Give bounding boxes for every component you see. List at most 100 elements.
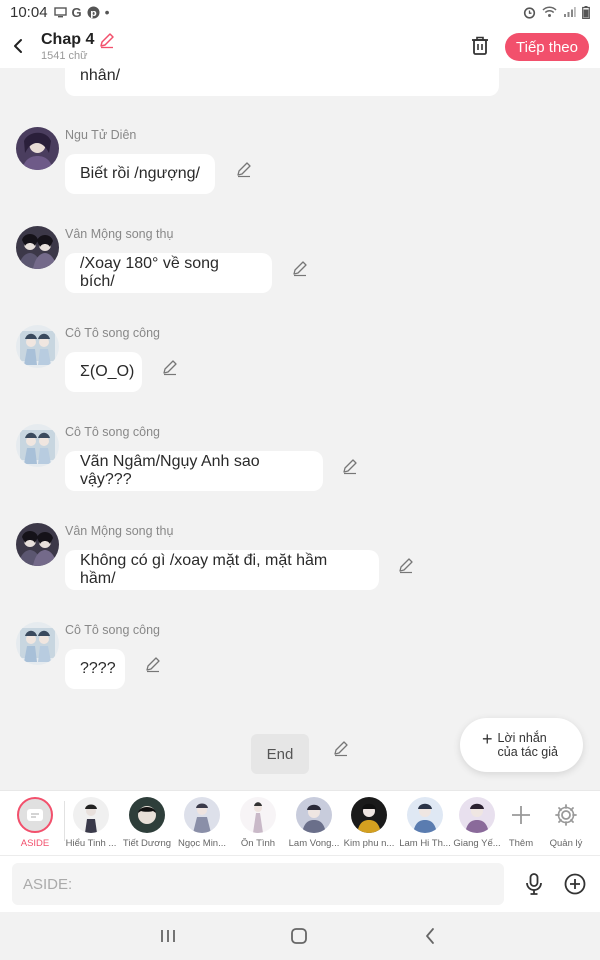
- pinterest-icon: p: [87, 6, 100, 19]
- home-icon: [291, 928, 307, 944]
- message-bubble[interactable]: nhân/: [65, 68, 499, 96]
- sender-name: Cô Tô song công: [65, 326, 160, 340]
- character-aside[interactable]: ASIDE: [10, 797, 60, 849]
- wifi-icon: [542, 6, 557, 17]
- add-circle-icon[interactable]: [563, 872, 587, 896]
- recent-apps-icon: [161, 930, 175, 942]
- home-button[interactable]: [287, 924, 311, 948]
- plus-icon: +: [482, 728, 493, 749]
- character-label: Tiết Dương: [122, 838, 172, 849]
- character-label: ASIDE: [20, 838, 50, 849]
- character-avatar: [240, 797, 276, 833]
- avatar[interactable]: [16, 226, 59, 269]
- character-label: Ôn Tình: [240, 838, 276, 849]
- character-item[interactable]: Lam Vong...: [289, 797, 339, 849]
- back-button[interactable]: [2, 24, 34, 68]
- character-avatar: [351, 797, 387, 833]
- message-text: Biết rồi /ngượng/: [80, 165, 200, 182]
- end-marker[interactable]: End: [251, 734, 309, 774]
- battery-icon: [582, 5, 590, 19]
- author-note-button[interactable]: + Lời nhắn của tác giả: [460, 718, 583, 772]
- google-icon: G: [71, 4, 82, 20]
- input-bar: [0, 855, 600, 912]
- character-item[interactable]: Ngọc Min...: [177, 797, 227, 849]
- aside-avatar: [17, 797, 53, 833]
- message-bubble[interactable]: Biết rồi /ngượng/: [65, 154, 215, 194]
- author-note-line2: của tác giả: [497, 745, 558, 759]
- edit-message-icon[interactable]: [291, 259, 309, 277]
- message-text: ????: [80, 660, 116, 677]
- manage-button[interactable]: Quản lý: [541, 797, 591, 849]
- edit-message-icon[interactable]: [397, 556, 415, 574]
- character-item[interactable]: Ôn Tình: [233, 797, 283, 849]
- status-bar: 10:04 G p •: [0, 0, 600, 24]
- character-item[interactable]: Kim phu n...: [344, 797, 394, 849]
- status-left-icons: G p •: [53, 4, 110, 20]
- character-item[interactable]: Hiểu Tinh ...: [66, 797, 116, 849]
- avatar[interactable]: [16, 424, 59, 467]
- signal-icon: [564, 7, 576, 17]
- sender-name: Ngu Tử Diên: [65, 128, 137, 142]
- avatar[interactable]: [16, 127, 59, 170]
- alarm-icon: [523, 6, 536, 19]
- message-text: /Xoay 180° về song bích/: [80, 255, 219, 290]
- character-avatar: [407, 797, 443, 833]
- message-text: Σ(O_O): [80, 363, 135, 380]
- header: Chap 4 1541 chữ Tiếp theo: [0, 24, 600, 68]
- character-avatar: [129, 797, 165, 833]
- avatar[interactable]: [16, 523, 59, 566]
- message-bubble[interactable]: ????: [65, 649, 125, 689]
- avatar[interactable]: [16, 325, 59, 368]
- title-box: Chap 4 1541 chữ: [41, 31, 116, 62]
- sender-name: Vân Mộng song thụ: [65, 524, 174, 538]
- character-label: Lam Hi Th...: [399, 838, 451, 849]
- character-item[interactable]: Lam Hi Th...: [399, 797, 451, 849]
- svg-text:p: p: [90, 9, 97, 19]
- page-title: Chap 4: [41, 30, 95, 48]
- divider: [64, 801, 65, 841]
- edit-end-icon[interactable]: [332, 739, 350, 757]
- edit-title-icon[interactable]: [98, 31, 116, 49]
- character-avatar: [296, 797, 332, 833]
- message-text: Vãn Ngâm/Ngụy Anh sao vậy???: [80, 453, 260, 488]
- character-label: Lam Vong...: [288, 838, 340, 849]
- avatar[interactable]: [16, 622, 59, 665]
- sender-name: Cô Tô song công: [65, 623, 160, 637]
- message-bubble[interactable]: Σ(O_O): [65, 352, 142, 392]
- message-text: nhân/: [80, 68, 121, 84]
- sender-name: Cô Tô song công: [65, 425, 160, 439]
- message-bubble[interactable]: /Xoay 180° về song bích/: [65, 253, 272, 293]
- author-note-line1: Lời nhắn: [497, 731, 547, 745]
- message-bubble[interactable]: Vãn Ngâm/Ngụy Anh sao vậy???: [65, 451, 323, 491]
- chevron-left-icon: [14, 39, 22, 53]
- edit-message-icon[interactable]: [144, 655, 162, 673]
- status-time: 10:04: [10, 3, 48, 21]
- gear-icon: [555, 804, 577, 826]
- screen-icon: [53, 6, 67, 17]
- recent-apps-button[interactable]: [156, 924, 180, 948]
- character-avatar: [459, 797, 495, 833]
- sender-name: Vân Mộng song thụ: [65, 227, 174, 241]
- message-bubble[interactable]: Không có gì /xoay mặt đi, mặt hầm hầm/: [65, 550, 379, 590]
- character-bar: ASIDE Hiểu Tinh ... Tiết Dương Ngọc Min.…: [0, 790, 600, 855]
- message-input[interactable]: [12, 863, 504, 905]
- message-text: Không có gì /xoay mặt đi, mặt hầm hầm/: [80, 552, 328, 587]
- manage-label: Quản lý: [549, 838, 583, 849]
- character-label: Kim phu n...: [343, 838, 395, 849]
- edit-message-icon[interactable]: [161, 358, 179, 376]
- back-icon: [426, 928, 434, 944]
- character-label: Hiểu Tinh ...: [65, 838, 117, 849]
- next-chapter-button[interactable]: Tiếp theo: [505, 33, 589, 61]
- edit-message-icon[interactable]: [235, 160, 253, 178]
- microphone-icon[interactable]: [522, 872, 546, 896]
- character-item[interactable]: Tiết Dương: [122, 797, 172, 849]
- character-avatar: [73, 797, 109, 833]
- edit-message-icon[interactable]: [341, 457, 359, 475]
- word-count: 1541 chữ: [41, 49, 88, 62]
- character-avatar: [184, 797, 220, 833]
- system-nav-bar: [0, 912, 600, 960]
- plus-icon: [512, 806, 530, 824]
- trash-icon[interactable]: [468, 34, 492, 58]
- system-back-button[interactable]: [418, 924, 442, 948]
- character-label: Ngọc Min...: [177, 838, 227, 849]
